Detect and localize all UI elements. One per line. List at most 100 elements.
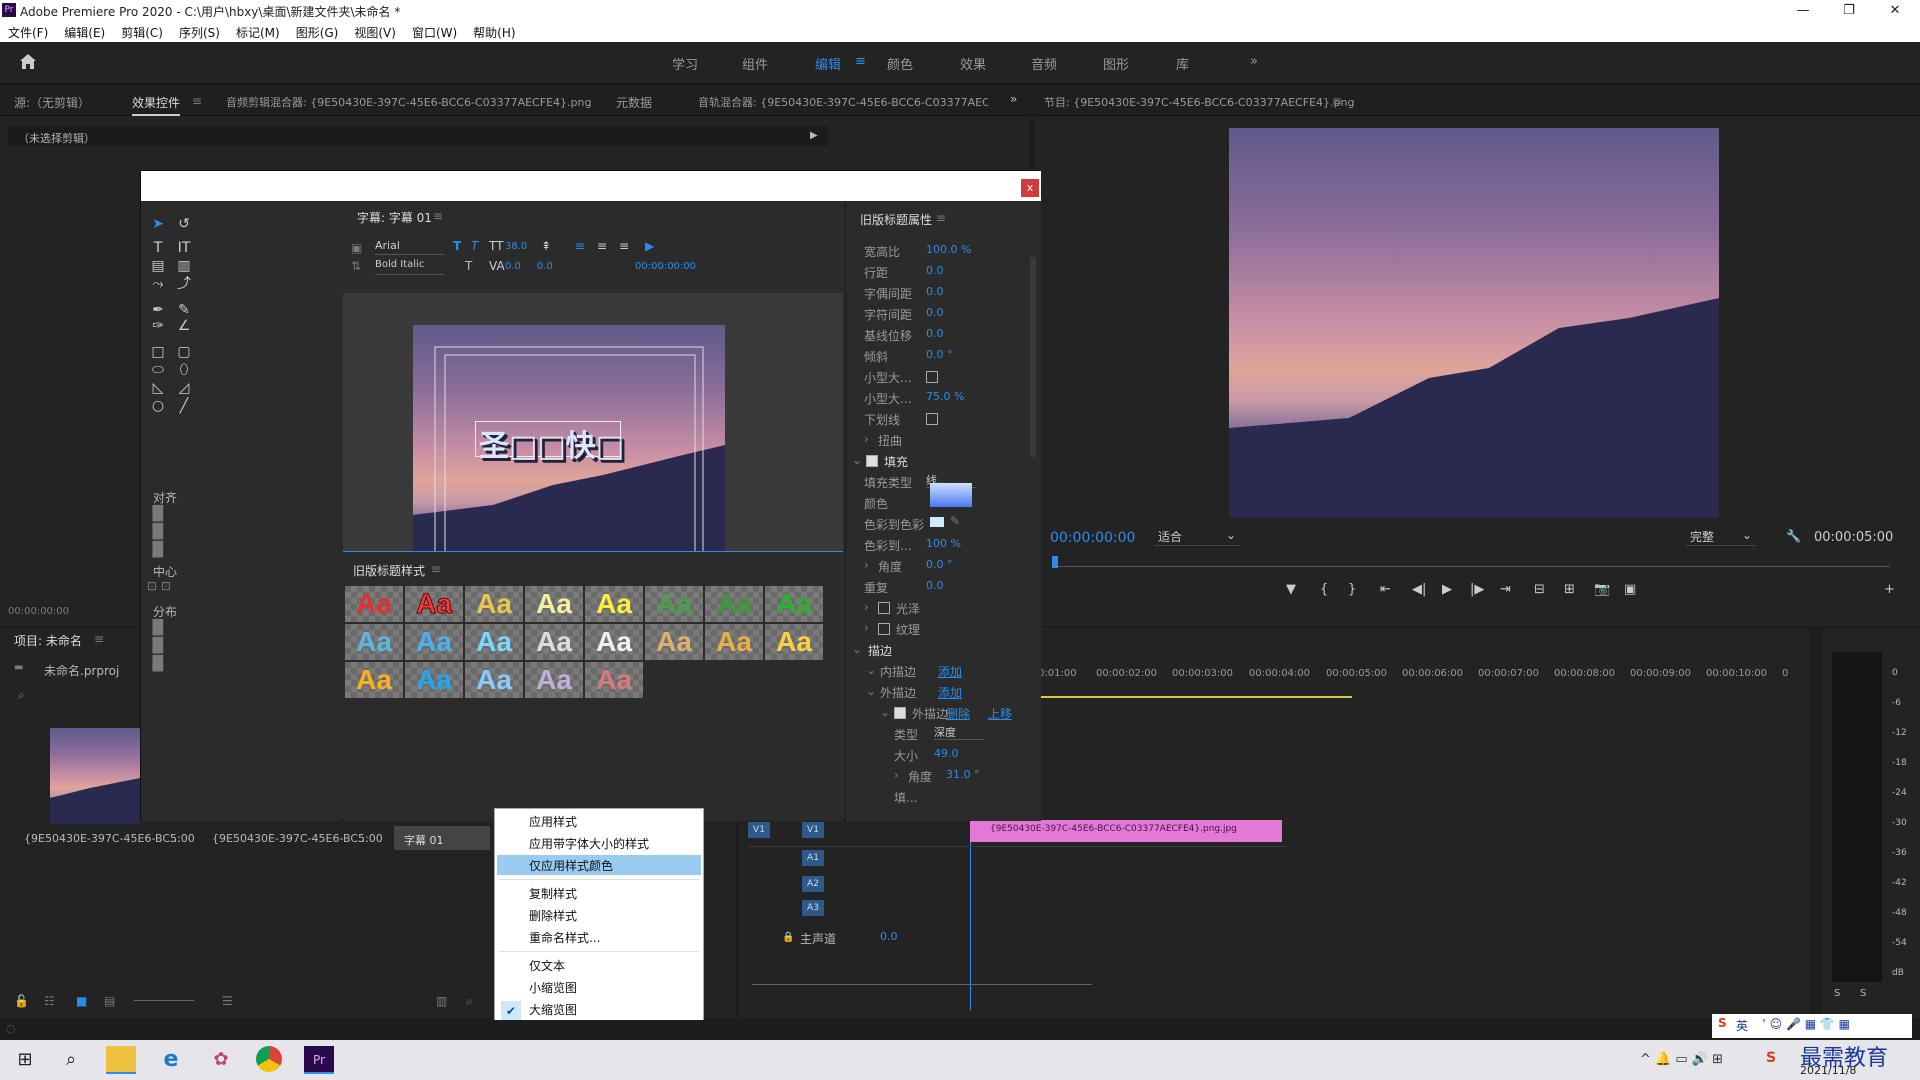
font-dropdown[interactable]: Arial: [375, 239, 445, 255]
prop-value[interactable]: 100.0 %: [926, 243, 971, 256]
style-swatch[interactable]: Aa: [585, 624, 643, 660]
edge-browser-icon[interactable]: e: [156, 1046, 186, 1074]
styles-tab[interactable]: 旧版标题样式: [353, 562, 425, 579]
collapse-arrow-icon[interactable]: ⌄: [866, 663, 876, 677]
wrench-icon[interactable]: 🔧: [1786, 529, 1801, 543]
collapse-arrow-icon[interactable]: ⌄: [852, 453, 862, 467]
play-arrow-icon[interactable]: ▶: [810, 130, 818, 141]
style-swatch[interactable]: Aa: [465, 662, 523, 698]
title-menu-icon[interactable]: ≡: [433, 209, 443, 223]
align-right-icon[interactable]: ≡: [619, 239, 629, 253]
style-swatch[interactable]: Aa: [345, 662, 403, 698]
add-marker-icon[interactable]: ▼: [1286, 582, 1296, 597]
menu-item-small-thumbnails[interactable]: 小缩览图: [529, 979, 577, 996]
program-video-frame[interactable]: [1229, 128, 1719, 518]
program-scrubber[interactable]: [1054, 566, 1890, 567]
workspace-libraries[interactable]: 库: [1176, 54, 1189, 73]
stroke-size-value[interactable]: 49.0: [934, 747, 959, 760]
menu-item-apply-style-with-font-size[interactable]: 应用带字体大小的样式: [529, 835, 649, 852]
chrome-icon[interactable]: [256, 1046, 282, 1072]
tab-effect-controls[interactable]: 效果控件: [132, 94, 181, 116]
tab-audio-clip-mixer[interactable]: 音频剪辑混合器: {9E50430E-397C-45E6-BCC6-C03377…: [226, 94, 591, 110]
dialog-close-button[interactable]: x: [1021, 179, 1039, 197]
properties-scrollbar[interactable]: [1030, 257, 1036, 457]
app-icon[interactable]: ✿: [206, 1046, 236, 1074]
expand-arrow-icon[interactable]: ›: [894, 768, 899, 782]
style-swatch[interactable]: Aa: [765, 624, 823, 660]
title-canvas[interactable]: 圣□□快□: [413, 325, 725, 577]
style-swatch[interactable]: Aa: [585, 586, 643, 622]
bin-icon[interactable]: ▥: [436, 994, 447, 1008]
menu-sequence[interactable]: 序列(S): [171, 22, 228, 41]
menu-file[interactable]: 文件(F): [0, 22, 56, 41]
fill-checkbox[interactable]: [866, 455, 878, 467]
more-tabs-icon[interactable]: »: [1010, 92, 1017, 106]
title-timecode[interactable]: 00:00:00:00: [635, 261, 696, 272]
compare-icon[interactable]: ▣: [1624, 582, 1636, 597]
mark-in-icon[interactable]: {: [1320, 582, 1328, 597]
font-size-value[interactable]: 38.0: [505, 241, 527, 252]
repeat-value[interactable]: 0.0: [926, 579, 944, 592]
menu-edit[interactable]: 编辑(E): [56, 22, 113, 41]
premiere-taskbar-icon[interactable]: Pr: [304, 1046, 334, 1074]
prop-value[interactable]: 0.0 °: [926, 348, 953, 361]
project-item-name[interactable]: {9E50430E-397C-45E6-BC...: [212, 832, 369, 845]
area-type-tool-icon[interactable]: ▤: [149, 257, 167, 275]
style-swatch[interactable]: Aa: [645, 624, 703, 660]
workspace-learn[interactable]: 学习: [672, 54, 698, 73]
lock-icon[interactable]: 🔒: [782, 932, 794, 943]
solo-button[interactable]: S: [1860, 988, 1866, 999]
stroke-type-dropdown[interactable]: 深度: [934, 724, 984, 740]
menu-item-large-thumbnails[interactable]: 大缩览图: [529, 1001, 577, 1018]
play-icon[interactable]: ▶: [1442, 582, 1452, 597]
prop-value[interactable]: 0.0: [926, 264, 944, 277]
ime-mode[interactable]: 英: [1736, 1017, 1748, 1034]
style-swatch[interactable]: Aa: [525, 662, 583, 698]
sogou-tray-icon[interactable]: S: [1766, 1050, 1776, 1066]
path-type-tool-icon[interactable]: ⤳: [149, 275, 167, 293]
timeline-playhead[interactable]: [970, 824, 971, 1010]
tab-audio-track-mixer[interactable]: 音轨混合器: {9E50430E-397C-45E6-BCC6-C03377AE…: [698, 94, 988, 110]
vertical-type-tool-icon[interactable]: IT: [175, 239, 193, 257]
menu-item-apply-style[interactable]: 应用样式: [529, 813, 577, 830]
roll-crawl-icon[interactable]: ⇅: [351, 259, 361, 273]
mark-out-icon[interactable]: }: [1348, 582, 1356, 597]
bold-icon[interactable]: T: [453, 239, 461, 253]
ime-tools-icon[interactable]: ʼ ☺ 🎤 ▦ 👕 ▦: [1762, 1017, 1850, 1031]
stroke-angle-value[interactable]: 31.0 °: [946, 768, 980, 781]
prop-value[interactable]: 0.0: [926, 285, 944, 298]
quality-dropdown[interactable]: 完整 ⌄: [1686, 528, 1756, 546]
menu-clip[interactable]: 剪辑(C): [113, 22, 171, 41]
project-item-name[interactable]: {9E50430E-397C-45E6-BC...: [24, 832, 181, 845]
workspace-menu-icon[interactable]: ≡: [855, 54, 866, 69]
timeline-scrollbar[interactable]: [752, 984, 1092, 985]
prop-value[interactable]: 75.0 %: [926, 390, 964, 403]
align-buttons-icon[interactable]: ▐▌ ▐▌ ▐▌: [147, 505, 169, 559]
freeform-view-icon[interactable]: ▤: [104, 994, 115, 1008]
step-forward-icon[interactable]: |▶: [1470, 582, 1484, 597]
menu-help[interactable]: 帮助(H): [465, 22, 523, 41]
track-a2[interactable]: A2: [802, 876, 824, 892]
style-swatch[interactable]: Aa: [645, 586, 703, 622]
style-swatch[interactable]: Aa: [705, 624, 763, 660]
rounded-rectangle-tool-icon[interactable]: ▢: [175, 343, 193, 361]
list-view-icon[interactable]: ☷: [44, 994, 55, 1008]
workspace-color[interactable]: 颜色: [887, 54, 913, 73]
tab-source[interactable]: 源:（无剪辑）: [14, 94, 90, 111]
collapse-arrow-icon[interactable]: ⌄: [880, 705, 890, 719]
home-icon[interactable]: [18, 52, 38, 70]
project-menu-icon[interactable]: ≡: [94, 632, 104, 646]
distribute-buttons-icon[interactable]: ▐▌ ▐▌ ▐▌: [147, 619, 169, 673]
master-volume[interactable]: 0.0: [880, 930, 898, 943]
small-caps-checkbox[interactable]: [926, 371, 938, 383]
add-button-icon[interactable]: +: [1884, 582, 1895, 597]
menu-item-text-only[interactable]: 仅文本: [529, 957, 565, 974]
type-tool-icon[interactable]: T: [149, 239, 167, 257]
rotation-tool-icon[interactable]: ↺: [175, 215, 193, 233]
leading-value[interactable]: 0.0: [537, 261, 553, 272]
font-style-dropdown[interactable]: Bold Italic: [375, 259, 445, 275]
search-icon[interactable]: ⌕: [18, 688, 25, 703]
center-buttons-icon[interactable]: ⊡ ⊡: [147, 579, 171, 593]
menu-window[interactable]: 窗口(W): [404, 22, 465, 41]
add-inner-stroke-link[interactable]: 添加: [938, 663, 962, 680]
